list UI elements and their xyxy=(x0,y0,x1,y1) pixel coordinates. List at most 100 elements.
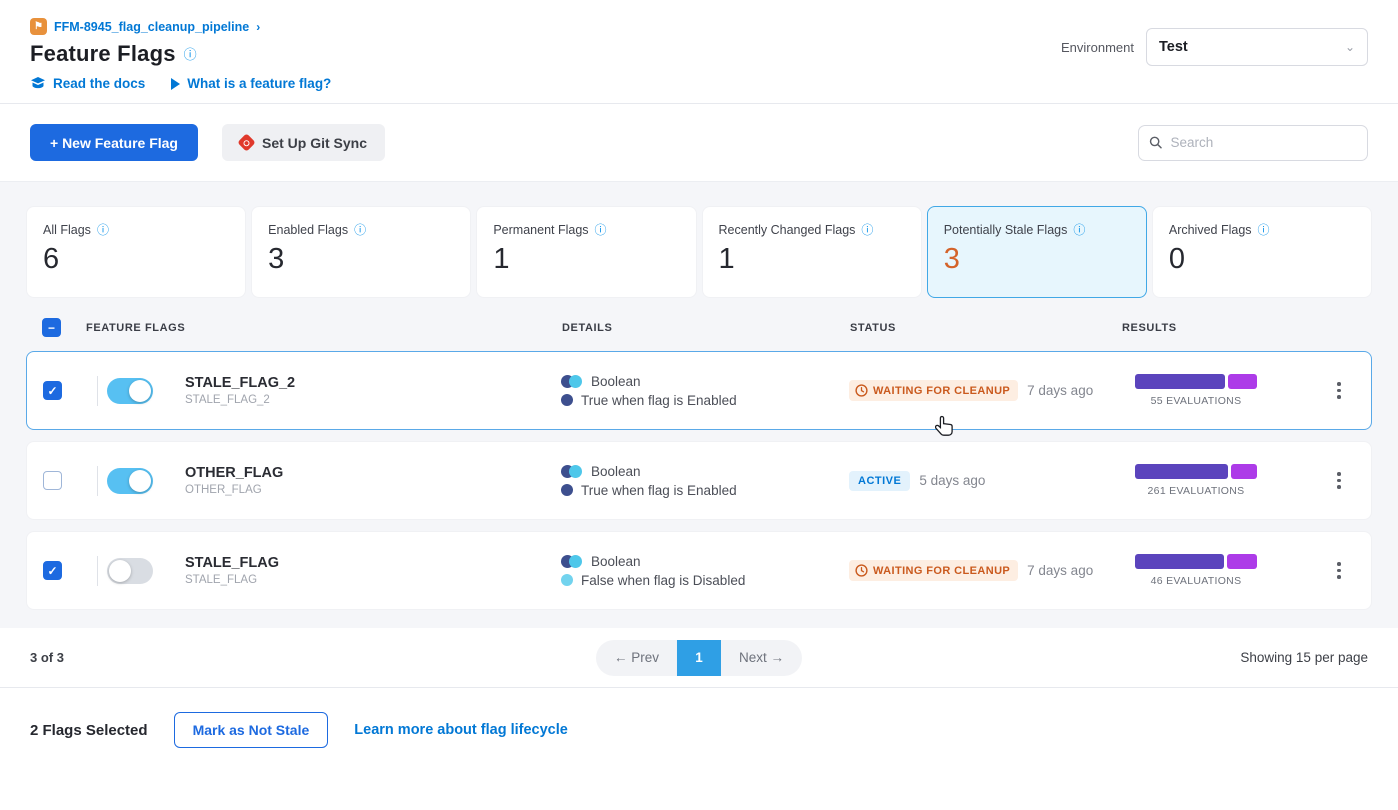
info-icon[interactable]: ⓘ xyxy=(861,224,873,236)
table-row[interactable]: ✓ STALE_FLAG_2 STALE_FLAG_2 Boolean True… xyxy=(26,351,1372,430)
table-row[interactable]: ✓ STALE_FLAG STALE_FLAG Boolean False wh… xyxy=(26,531,1372,610)
divider xyxy=(97,466,98,496)
new-feature-flag-button[interactable]: + New Feature Flag xyxy=(30,124,198,161)
flag-variation: False when flag is Disabled xyxy=(581,573,745,588)
col-details: DETAILS xyxy=(562,322,850,334)
evaluations-bar xyxy=(1135,374,1257,389)
environment-select[interactable]: Test ⌄ xyxy=(1146,28,1368,66)
info-icon[interactable]: ⓘ xyxy=(97,224,109,236)
row-checkbox[interactable] xyxy=(43,471,62,490)
status-time: 7 days ago xyxy=(1027,383,1093,398)
showing-per-page: Showing 15 per page xyxy=(1240,650,1368,665)
flag-toggle[interactable] xyxy=(107,558,153,584)
boolean-icon xyxy=(561,555,583,568)
flag-toggle[interactable] xyxy=(107,378,153,404)
stats-row: All Flagsⓘ 6 Enabled Flagsⓘ 3 Permanent … xyxy=(26,206,1372,298)
stat-value: 3 xyxy=(944,243,1132,276)
flag-toggle[interactable] xyxy=(107,468,153,494)
selected-count: 2 Flags Selected xyxy=(30,722,148,739)
flags-table: ✓ STALE_FLAG_2 STALE_FLAG_2 Boolean True… xyxy=(26,351,1372,610)
status-time: 7 days ago xyxy=(1027,563,1093,578)
table-row[interactable]: OTHER_FLAG OTHER_FLAG Boolean True when … xyxy=(26,441,1372,520)
boolean-icon xyxy=(561,465,583,478)
flag-id: STALE_FLAG_2 xyxy=(185,394,561,406)
feature-flags-page: ⚑ FFM-8945_flag_cleanup_pipeline › Featu… xyxy=(0,0,1398,810)
stat-card-permanent-flags[interactable]: Permanent Flagsⓘ 1 xyxy=(476,206,696,298)
flag-type: Boolean xyxy=(591,374,641,389)
divider xyxy=(97,556,98,586)
search-icon xyxy=(1149,135,1162,150)
stat-card-all-flags[interactable]: All Flagsⓘ 6 xyxy=(26,206,246,298)
play-icon xyxy=(171,78,180,90)
status-badge[interactable]: WAITING FOR CLEANUP xyxy=(849,380,1018,401)
status-badge[interactable]: WAITING FOR CLEANUP xyxy=(849,560,1018,581)
status-badge[interactable]: ACTIVE xyxy=(849,471,910,491)
flag-name[interactable]: STALE_FLAG xyxy=(185,555,561,571)
git-icon xyxy=(237,133,255,151)
stat-value: 0 xyxy=(1169,243,1357,276)
col-feature-flags: FEATURE FLAGS xyxy=(86,322,562,334)
flag-id: STALE_FLAG xyxy=(185,574,561,586)
search-input[interactable] xyxy=(1170,135,1357,150)
environment-value: Test xyxy=(1159,39,1188,55)
read-docs-link[interactable]: Read the docs xyxy=(30,76,145,91)
stat-value: 3 xyxy=(268,243,456,276)
clock-icon xyxy=(855,384,868,397)
environment-label: Environment xyxy=(1061,40,1134,55)
breadcrumb-project[interactable]: FFM-8945_flag_cleanup_pipeline xyxy=(54,20,249,34)
pagination-bar: 3 of 3 ← Prev 1 Next → Showing 15 per pa… xyxy=(0,628,1398,688)
selection-footer: 2 Flags Selected Mark as Not Stale Learn… xyxy=(0,688,1398,772)
flag-type: Boolean xyxy=(591,464,641,479)
evaluations-bar xyxy=(1135,554,1257,569)
stat-value: 1 xyxy=(719,243,907,276)
flag-id: OTHER_FLAG xyxy=(185,484,561,496)
status-time: 5 days ago xyxy=(919,473,985,488)
stat-card-archived-flags[interactable]: Archived Flagsⓘ 0 xyxy=(1152,206,1372,298)
flag-name[interactable]: OTHER_FLAG xyxy=(185,465,561,481)
git-sync-button[interactable]: Set Up Git Sync xyxy=(222,124,385,161)
row-checkbox[interactable]: ✓ xyxy=(43,561,62,580)
stat-value: 1 xyxy=(493,243,681,276)
title-info-icon[interactable]: ⓘ xyxy=(184,48,197,61)
variation-dot xyxy=(561,484,573,496)
select-all-checkbox[interactable]: − xyxy=(42,318,61,337)
project-icon: ⚑ xyxy=(30,18,47,35)
info-icon[interactable]: ⓘ xyxy=(1258,224,1270,236)
row-menu-button[interactable] xyxy=(1331,466,1347,495)
mark-not-stale-button[interactable]: Mark as Not Stale xyxy=(174,712,329,748)
evaluations-bar xyxy=(1135,464,1257,479)
flag-name[interactable]: STALE_FLAG_2 xyxy=(185,375,561,391)
info-icon[interactable]: ⓘ xyxy=(1073,224,1085,236)
next-page-button[interactable]: Next → xyxy=(721,640,802,676)
prev-page-button[interactable]: ← Prev xyxy=(596,640,677,676)
col-results: RESULTS xyxy=(1122,322,1322,334)
table-header: − FEATURE FLAGS DETAILS STATUS RESULTS xyxy=(26,298,1372,351)
row-menu-button[interactable] xyxy=(1331,376,1347,405)
variation-dot xyxy=(561,574,573,586)
info-icon[interactable]: ⓘ xyxy=(354,224,366,236)
info-icon[interactable]: ⓘ xyxy=(595,224,607,236)
evaluations-label: 261 EVALUATIONS xyxy=(1148,485,1245,497)
col-status: STATUS xyxy=(850,322,1122,334)
chevron-down-icon: ⌄ xyxy=(1345,40,1355,54)
page-number[interactable]: 1 xyxy=(677,640,721,676)
flag-variation: True when flag is Enabled xyxy=(581,483,737,498)
row-menu-button[interactable] xyxy=(1331,556,1347,585)
evaluations-label: 55 EVALUATIONS xyxy=(1151,395,1242,407)
stat-card-recently-changed-flags[interactable]: Recently Changed Flagsⓘ 1 xyxy=(702,206,922,298)
flag-variation: True when flag is Enabled xyxy=(581,393,737,408)
stat-card-potentially-stale-flags[interactable]: Potentially Stale Flagsⓘ 3 xyxy=(927,206,1147,298)
row-checkbox[interactable]: ✓ xyxy=(43,381,62,400)
evaluations-label: 46 EVALUATIONS xyxy=(1151,575,1242,587)
row-count: 3 of 3 xyxy=(30,650,64,665)
pager: ← Prev 1 Next → xyxy=(596,640,802,676)
what-is-flag-link[interactable]: What is a feature flag? xyxy=(171,76,331,91)
flag-lifecycle-link[interactable]: Learn more about flag lifecycle xyxy=(354,722,568,738)
page-title: Feature Flags xyxy=(30,41,176,67)
page-header: ⚑ FFM-8945_flag_cleanup_pipeline › Featu… xyxy=(0,0,1398,104)
stat-value: 6 xyxy=(43,243,231,276)
breadcrumb-chevron-icon: › xyxy=(256,20,260,34)
variation-dot xyxy=(561,394,573,406)
search-box[interactable] xyxy=(1138,125,1368,161)
stat-card-enabled-flags[interactable]: Enabled Flagsⓘ 3 xyxy=(251,206,471,298)
